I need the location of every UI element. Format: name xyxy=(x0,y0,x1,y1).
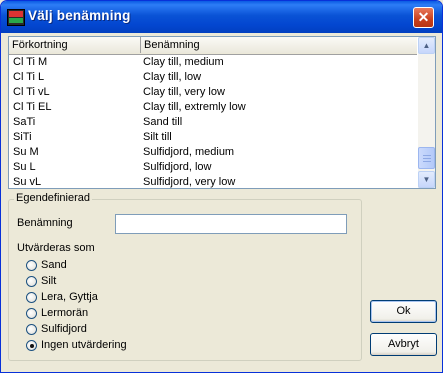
cell-abbreviation: Cl Ti M xyxy=(13,56,48,68)
cell-name: Sulfidjord, low xyxy=(143,161,212,173)
cell-abbreviation: SiTi xyxy=(13,131,32,143)
custom-definition-group: Egendefinierad Benämning Utvärderas som … xyxy=(8,192,362,361)
radio-label: Ingen utvärdering xyxy=(41,339,127,351)
table-row[interactable]: Su M Sulfidjord, medium xyxy=(9,145,417,160)
evaluate-as-label: Utvärderas som xyxy=(17,242,95,254)
table-row[interactable]: Cl Ti vL Clay till, very low xyxy=(9,85,417,100)
cancel-button[interactable]: Avbryt xyxy=(370,333,437,356)
column-header-abbreviation[interactable]: Förkortning xyxy=(9,37,141,53)
cell-abbreviation: Cl Ti vL xyxy=(13,86,50,98)
cell-abbreviation: Cl Ti L xyxy=(13,71,45,83)
radio-label: Silt xyxy=(41,275,57,287)
app-icon xyxy=(7,9,25,26)
cell-name: Clay till, low xyxy=(143,71,202,83)
list-rows: Cl Ti M Clay till, medium Cl Ti L Clay till… xyxy=(9,55,417,188)
radio-button[interactable] xyxy=(26,324,37,335)
radio-button[interactable] xyxy=(26,340,37,351)
title-bar: Välj benämning ✕ xyxy=(1,1,442,33)
arrow-up-icon: ▲ xyxy=(422,41,431,50)
table-row[interactable]: Cl Ti EL Clay till, extremly low xyxy=(9,100,417,115)
close-button[interactable]: ✕ xyxy=(413,7,434,28)
ok-button[interactable]: Ok xyxy=(370,300,437,323)
table-row[interactable]: Cl Ti L Clay till, low xyxy=(9,70,417,85)
group-legend: Egendefinierad xyxy=(14,192,93,204)
list-header: Förkortning Benämning xyxy=(9,37,417,55)
name-input[interactable] xyxy=(115,214,347,234)
cell-abbreviation: Su vL xyxy=(13,176,42,188)
scroll-thumb[interactable] xyxy=(418,147,435,169)
dialog-window: Välj benämning ✕ Förkortning Benämning C… xyxy=(0,0,443,373)
cell-name: Sulfidjord, medium xyxy=(143,146,235,158)
scroll-down-button[interactable]: ▼ xyxy=(418,171,435,188)
name-label: Benämning xyxy=(17,217,73,229)
arrow-down-icon: ▼ xyxy=(422,175,431,184)
radio-label: Sulfidjord xyxy=(41,323,87,335)
radio-button[interactable] xyxy=(26,308,37,319)
vertical-scrollbar[interactable]: ▲ ▼ xyxy=(418,37,435,188)
table-row[interactable]: Su L Sulfidjord, low xyxy=(9,160,417,175)
radio-label: Lermorän xyxy=(41,307,89,319)
cell-name: Clay till, extremly low xyxy=(143,101,246,113)
radio-label: Lera, Gyttja xyxy=(41,291,98,303)
cell-name: Clay till, medium xyxy=(143,56,224,68)
abbreviation-list[interactable]: Förkortning Benämning Cl Ti M Clay till, … xyxy=(8,36,436,189)
radio-button[interactable] xyxy=(26,292,37,303)
cell-name: Silt till xyxy=(143,131,172,143)
radio-button[interactable] xyxy=(26,276,37,287)
cell-name: Sand till xyxy=(143,116,183,128)
table-row[interactable]: SaTi Sand till xyxy=(9,115,417,130)
table-row[interactable]: Cl Ti M Clay till, medium xyxy=(9,55,417,70)
table-row[interactable]: Su vL Sulfidjord, very low xyxy=(9,175,417,188)
window-title: Välj benämning xyxy=(28,8,131,23)
cell-abbreviation: Cl Ti EL xyxy=(13,101,52,113)
column-header-name[interactable]: Benämning xyxy=(141,37,417,53)
cell-abbreviation: SaTi xyxy=(13,116,36,128)
cell-abbreviation: Su L xyxy=(13,161,36,173)
close-icon: ✕ xyxy=(417,9,430,25)
cell-name: Clay till, very low xyxy=(143,86,225,98)
scroll-up-button[interactable]: ▲ xyxy=(418,37,435,54)
cell-abbreviation: Su M xyxy=(13,146,39,158)
radio-label: Sand xyxy=(41,259,67,271)
radio-button[interactable] xyxy=(26,260,37,271)
cell-name: Sulfidjord, very low xyxy=(143,176,236,188)
table-row[interactable]: SiTi Silt till xyxy=(9,130,417,145)
